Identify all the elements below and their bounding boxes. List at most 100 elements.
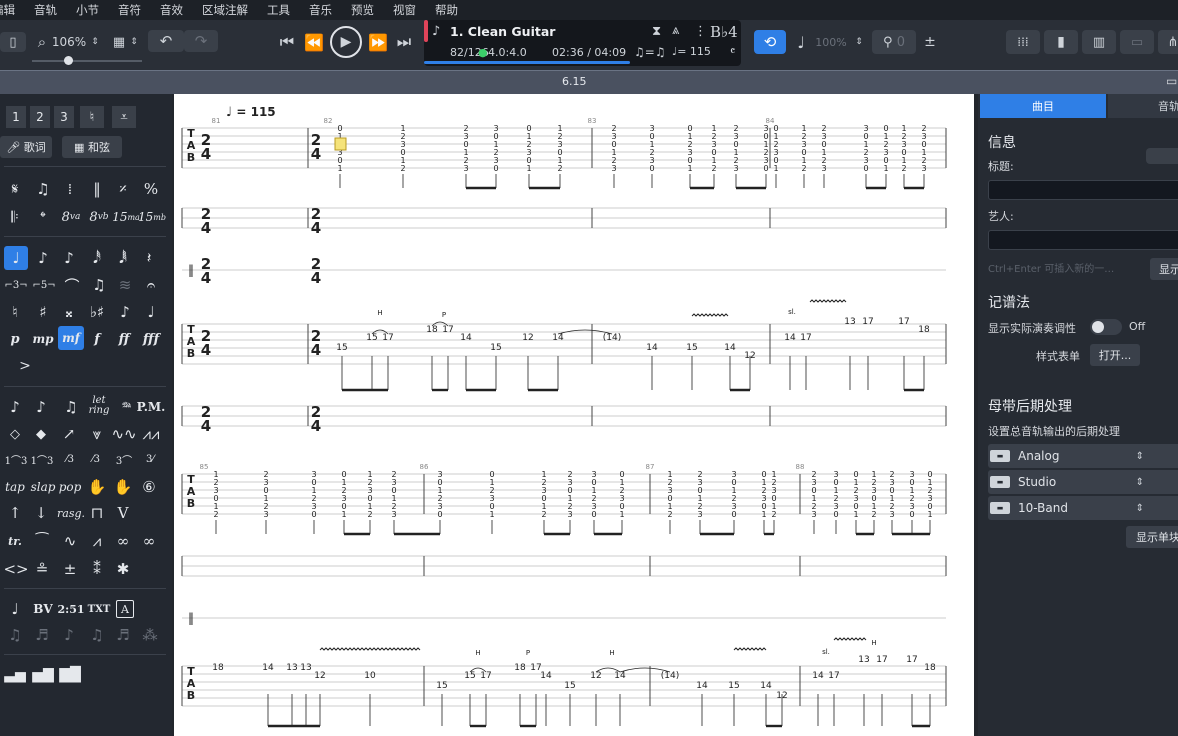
menu-bar-item[interactable]: 小节 [76,2,99,18]
more-icon[interactable]: ⋮ [694,24,707,39]
layout-toggle-button[interactable]: ▯ [0,32,26,52]
string-down-button[interactable]: ⩡ [112,106,136,128]
play-button[interactable]: ▶ [330,26,362,58]
slide-out-button[interactable]: ∿ [58,530,82,552]
quindicesima-down-button[interactable]: 15 mb [138,206,166,228]
zoom-stepper[interactable]: ⇕ [88,32,102,52]
infinity-button[interactable]: ∞ [112,530,134,552]
ottava-down-button[interactable]: 8 vb [86,206,112,228]
harmonic-filled-button[interactable]: ◆ [30,424,52,444]
slide-1-button[interactable]: 1⌒3 [4,450,28,468]
thirty-second-note-button[interactable]: 𝅘𝅥𝅰 [86,246,108,270]
progress-bar[interactable] [424,61,630,64]
bend-button[interactable]: ↗ [58,424,80,444]
beam-6-button[interactable]: ⁂ [138,624,162,646]
sixty-fourth-note-button[interactable]: 𝅘𝅥𝅱 [112,246,134,270]
vibrato-button[interactable]: ∿∿ [111,424,136,444]
audio-waveform-button[interactable]: ⁞⁞⁞ [1006,30,1040,54]
go-to-end-icon[interactable]: ⏭ [393,30,415,54]
tuplet-5-button[interactable]: ⌐5¬ [30,276,58,294]
effect-studio[interactable]: ▬ Studio ⇕ [988,470,1178,494]
menu-edit[interactable]: 编辑 [0,2,15,18]
infinity-2-button[interactable]: ∞ [138,530,160,552]
ghost-button[interactable]: ≋ [114,276,136,294]
string-6-icon[interactable]: ⑥ [138,476,160,498]
string-2-button[interactable]: 2 [30,106,50,128]
string-3-button[interactable]: 3 [54,106,74,128]
plus-minus-icon[interactable]: ± [920,30,940,54]
menu-preview[interactable]: 预览 [351,2,374,18]
quindicesima-up-button[interactable]: 15 ma [112,206,140,228]
flat-sharp-button[interactable]: ♭♯ [84,300,110,324]
repeat-icon[interactable]: 𝄆 [4,206,26,228]
tuplet-button[interactable]: ⌐3¬ [4,276,28,294]
menu-help[interactable]: 帮助 [435,2,458,18]
fast-forward-icon[interactable]: ⏩ [366,30,390,54]
mixer-view-button[interactable]: ⋔ [1158,30,1178,54]
chord-button[interactable]: ▦ 和弦 [62,136,122,158]
string-4-button[interactable]: ♮ [80,106,104,128]
slide-6-button[interactable]: 3⁄ [138,450,162,468]
menu-effects[interactable]: 音效 [160,2,183,18]
pedal-button[interactable]: 𝆮 [114,396,136,418]
arpeggio-down-button[interactable]: ↓ [30,502,52,524]
arpeggio-up-button[interactable]: ↑ [4,502,26,524]
menu-annotation[interactable]: 区域注解 [202,2,248,18]
metronome-icon[interactable]: ⩓ [672,23,679,38]
tablature-score[interactable]: ♩ = 115TAB24242424‖ 2424TAB24242424TAB‖TAB… [174,94,974,736]
beam-3-button[interactable]: ♪ [58,624,80,646]
grace-note-button[interactable]: ♪ [114,300,136,324]
slap-button[interactable]: slap [30,476,56,498]
accent-button[interactable]: ♪ [4,396,26,418]
segno-icon[interactable]: 𝄋 [4,178,26,200]
rest-button[interactable]: 𝄽 [138,246,160,270]
slide-5-button[interactable]: 3⌒ [112,450,136,468]
tab-song[interactable]: 曲目 [980,94,1106,118]
drum-view-button[interactable]: ▭ [1120,30,1154,54]
show-button[interactable]: 显示 [1150,258,1178,280]
beam-1-button[interactable]: ♫ [4,624,26,646]
position-ruler[interactable]: 6.15 ▭ [0,70,1178,94]
menu-view[interactable]: 视窗 [393,2,416,18]
grace-note-2-button[interactable]: ♩ [140,300,162,324]
quarter-note-button[interactable]: ♩ [4,246,28,270]
info-toggle[interactable] [1146,148,1178,164]
equalize-button[interactable]: ± [58,558,82,580]
hand-2-icon[interactable]: ✋ [112,476,134,498]
menu-note[interactable]: 音符 [118,2,141,18]
metronome-note-icon[interactable]: ♩ [792,30,810,54]
velocity-mid-icon[interactable]: ▃▅ [4,664,26,686]
slide-3-button[interactable]: ⁄3 [58,450,82,468]
palm-mute-button[interactable]: P.M. [137,396,166,418]
ottava-up-button[interactable]: 8 va [58,206,84,228]
dynamic-mp-button[interactable]: mp [30,328,56,350]
sixteenth-note-button[interactable]: ♪ [58,246,80,270]
loop-button[interactable]: ⟲ [754,30,786,54]
whammy-button[interactable]: ⩔ [84,424,110,444]
slide-2-button[interactable]: 1⌒3 [30,450,54,468]
note-icon[interactable]: ♩ [4,598,26,620]
fade-button[interactable]: <> [3,558,28,580]
count-in-button[interactable]: ⚲ 0 [872,30,916,54]
harmonic-button[interactable]: ◇ [4,424,26,444]
slide-4-button[interactable]: ⁄3 [84,450,108,468]
tie-button[interactable]: ⌒ [60,276,84,295]
dynamic-f-button[interactable]: f [86,328,108,350]
notation-toggle[interactable] [1090,319,1122,335]
pick-scrape-button[interactable]: ⁑ [86,558,108,580]
double-sharp-button[interactable]: 𝄪 [58,300,80,324]
show-single-button[interactable]: 显示单块 [1126,526,1178,548]
triplet-icon[interactable]: ♫ [30,178,56,200]
track-name[interactable]: 1. Clean Guitar [450,24,555,39]
menu-tools[interactable]: 工具 [267,2,290,18]
double-simile-icon[interactable]: % [138,178,164,200]
backing-vocals-button[interactable]: BV [30,598,56,620]
zoom-slider-handle[interactable] [64,56,73,65]
rasgueado-button[interactable]: rasg. [56,502,86,524]
fermata-button[interactable]: 𝄐 [140,276,162,294]
tab-track[interactable]: 音轨 [1108,94,1178,118]
timer-button[interactable]: 2:51 [57,598,84,620]
effect-10-band[interactable]: ▬ 10-Band ⇕ [988,496,1178,520]
sharp-button[interactable]: ♯ [32,300,54,324]
open-stylesheet-button[interactable]: 打开... [1090,344,1140,366]
